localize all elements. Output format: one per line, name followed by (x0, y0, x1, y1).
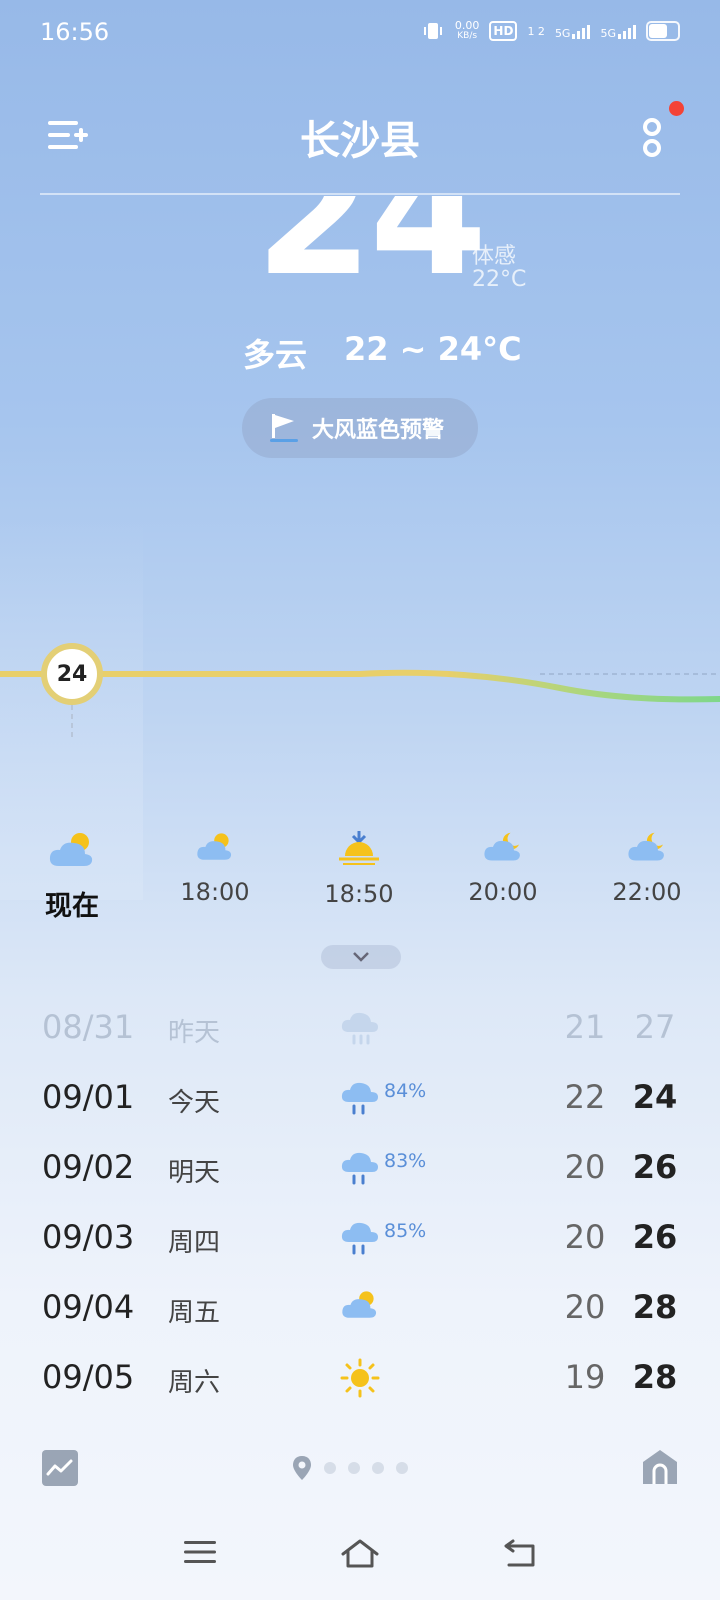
page-dot (348, 1462, 360, 1474)
current-temp-container: 24 (0, 196, 720, 300)
trend-chart-icon[interactable] (42, 1450, 78, 1486)
signal-label-2: 5G (600, 27, 616, 40)
current-temp-marker: 24 (41, 643, 103, 705)
daily-date: 08/31 (42, 1008, 135, 1046)
cloud-moon-icon (628, 832, 664, 861)
flag-icon (270, 414, 298, 442)
daily-row[interactable]: 09/04 周五 20 28 (0, 1288, 720, 1358)
daily-date: 09/03 (42, 1218, 135, 1256)
daily-precip: 84% (384, 1080, 427, 1102)
daily-high: 26 (632, 1218, 678, 1256)
daily-high: 28 (632, 1288, 678, 1326)
alert-text: 大风蓝色预警 (312, 418, 445, 443)
page-dot (372, 1462, 384, 1474)
daily-date: 09/02 (42, 1148, 135, 1186)
daily-high: 26 (632, 1148, 678, 1186)
daily-row[interactable]: 09/05 周六 19 28 (0, 1358, 720, 1428)
current-temp-marker-value: 24 (56, 661, 88, 687)
daily-low: 20 (564, 1288, 606, 1326)
status-icons: 0.00 KB/s HD 1 2 5G 5G (421, 20, 680, 42)
nav-home-icon[interactable] (341, 1538, 379, 1568)
vibrate-icon (423, 23, 442, 39)
rain-icon (341, 1222, 378, 1255)
weather-alert-button[interactable]: 大风蓝色预警 (242, 398, 478, 458)
daily-precip: 85% (384, 1220, 427, 1242)
daily-date: 09/05 (42, 1358, 135, 1396)
daily-row[interactable]: 09/03 周四 85% 20 26 (0, 1218, 720, 1288)
daily-low: 22 (564, 1078, 606, 1116)
daily-high: 27 (634, 1008, 676, 1046)
daily-date: 09/01 (42, 1078, 135, 1116)
hd-badge: HD (489, 21, 518, 41)
daily-day: 昨天 (168, 1018, 221, 1048)
daily-day: 明天 (168, 1158, 221, 1188)
temp-range: 22 ~ 24°C (344, 330, 522, 368)
daily-low: 21 (564, 1008, 606, 1046)
current-temp: 24 (255, 196, 488, 300)
home-map-icon[interactable] (641, 1448, 679, 1486)
daily-row[interactable]: 09/02 明天 83% 20 26 (0, 1148, 720, 1218)
sun-icon (340, 1358, 380, 1398)
hourly-item[interactable]: 22:00 (587, 830, 707, 906)
hourly-label: 18:50 (324, 880, 394, 908)
daily-high: 24 (632, 1078, 678, 1116)
status-time: 16:56 (40, 18, 110, 46)
daily-low: 20 (564, 1218, 606, 1256)
hourly-label: 18:00 (180, 878, 250, 906)
daily-row[interactable]: 09/01 今天 84% 22 24 (0, 1078, 720, 1148)
sunset-icon (339, 831, 379, 865)
nav-back-icon[interactable] (503, 1538, 537, 1568)
city-name[interactable]: 长沙县 (0, 108, 720, 166)
hourly-item[interactable]: 18:50 (299, 830, 419, 908)
notification-dot (669, 101, 684, 116)
page-dot (324, 1462, 336, 1474)
rain-icon (341, 1152, 378, 1185)
sim-indicator: 1 2 (527, 24, 545, 38)
rain-icon (341, 1082, 378, 1115)
battery-icon (646, 21, 680, 41)
hourly-label: 20:00 (468, 878, 538, 906)
page-indicator (292, 1455, 408, 1481)
chevron-down-icon (353, 952, 369, 962)
location-pin-icon (293, 1456, 311, 1480)
more-icon[interactable] (640, 118, 664, 158)
hourly-label: 22:00 (612, 878, 682, 906)
hourly-temp-curve (0, 669, 720, 740)
daily-precip: 83% (384, 1150, 427, 1172)
daily-row[interactable]: 08/31 昨天 21 27 (0, 1008, 720, 1078)
page-dot (396, 1462, 408, 1474)
header-divider (40, 193, 680, 195)
cloud-sun-icon (342, 1291, 377, 1318)
nav-menu-icon[interactable] (183, 1538, 217, 1566)
daily-day: 周四 (168, 1228, 221, 1258)
signal-label-1: 5G (554, 27, 571, 40)
daily-day: 周五 (168, 1298, 221, 1328)
hourly-label: 现在 (45, 891, 99, 922)
feels-like-label: 体感 (472, 244, 517, 269)
daily-low: 19 (564, 1358, 606, 1396)
cloud-moon-icon (484, 832, 520, 861)
signal-icon (618, 23, 636, 39)
daily-low: 20 (564, 1148, 606, 1186)
cloud-sun-icon (197, 833, 232, 860)
daily-day: 今天 (168, 1088, 221, 1118)
daily-date: 09/04 (42, 1288, 135, 1326)
signal-icon (572, 23, 591, 39)
expand-hourly-button[interactable] (321, 945, 401, 969)
weather-condition: 多云 (243, 336, 308, 374)
hourly-item[interactable]: 20:00 (443, 830, 563, 906)
cloud-sun-icon (49, 833, 93, 866)
feels-like-value: 22°C (472, 267, 527, 292)
net-speed: 0.00 (454, 19, 480, 32)
net-unit: KB/s (457, 31, 478, 41)
hourly-item[interactable]: 18:00 (155, 830, 275, 906)
daily-high: 28 (632, 1358, 678, 1396)
daily-day: 周六 (168, 1368, 221, 1398)
rain-icon (341, 1012, 378, 1045)
hourly-item[interactable]: 现在 (12, 830, 132, 923)
